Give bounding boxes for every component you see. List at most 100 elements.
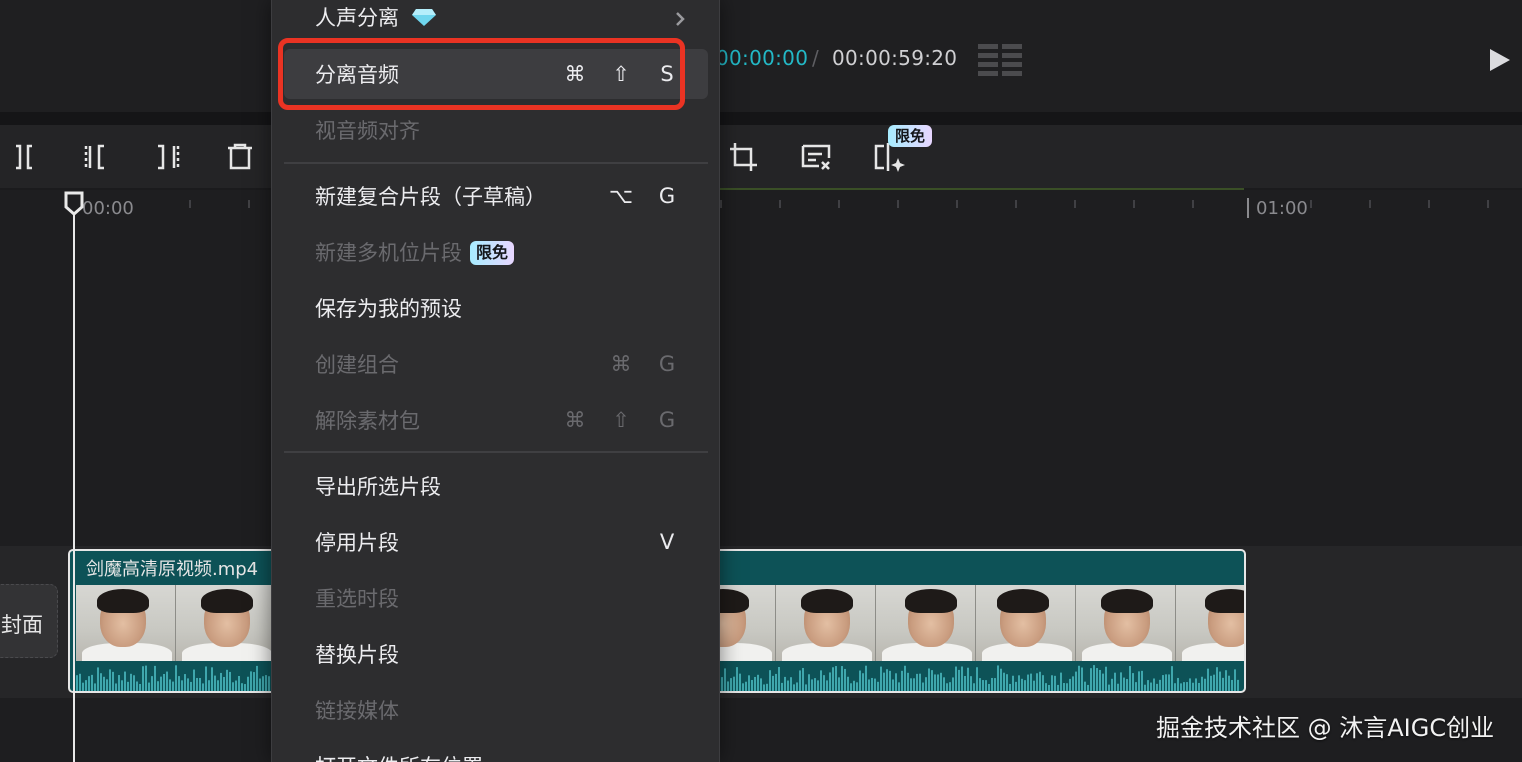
- delete-icon[interactable]: [222, 140, 258, 174]
- waveform-bar: [247, 676, 249, 691]
- cover-button[interactable]: 封面: [0, 584, 58, 658]
- waveform-bar: [1231, 679, 1233, 691]
- waveform-bar: [1042, 675, 1044, 691]
- waveform-bar: [778, 666, 780, 691]
- waveform-bar: [1081, 667, 1083, 691]
- remove-bg-icon[interactable]: [798, 140, 834, 174]
- waveform-bar: [187, 678, 189, 691]
- waveform-bar: [1147, 680, 1149, 691]
- crop-icon[interactable]: [726, 140, 762, 174]
- waveform-bar: [838, 677, 840, 691]
- waveform-bar: [133, 675, 135, 691]
- waveform-bar: [1165, 674, 1167, 691]
- waveform-bar: [976, 667, 978, 691]
- menu-item-align-audio[interactable]: 视音频对齐: [284, 105, 708, 155]
- menu-item-reselect-range[interactable]: 重选时段: [284, 573, 708, 623]
- waveform-bar: [1084, 681, 1086, 691]
- total-duration: 00:00:59:20: [832, 46, 958, 70]
- waveform-bar: [1138, 671, 1140, 691]
- waveform-bar: [106, 679, 108, 691]
- waveform-bar: [757, 674, 759, 691]
- waveform-bar: [244, 684, 246, 691]
- menu-item-replace-clip[interactable]: 替换片段: [284, 629, 708, 679]
- new-multicam-label: 新建多机位片段: [315, 241, 462, 265]
- g-key: G: [658, 408, 676, 432]
- waveform-bar: [763, 684, 765, 691]
- trim-left-icon[interactable]: [78, 140, 114, 174]
- waveform-bar: [124, 671, 126, 691]
- waveform-bar: [196, 677, 198, 691]
- waveform-bar: [868, 679, 870, 691]
- menu-item-create-group[interactable]: 创建组合 ⌘ G: [284, 339, 708, 389]
- waveform-bar: [1141, 670, 1143, 691]
- waveform-bar: [859, 670, 861, 691]
- menu-item-new-compound[interactable]: 新建复合片段（子草稿） ⌥ G: [284, 171, 708, 221]
- waveform-bar: [871, 677, 873, 691]
- split-icon[interactable]: [8, 140, 44, 174]
- waveform-bar: [1093, 665, 1095, 691]
- menu-item-disable-clip[interactable]: 停用片段 V: [284, 517, 708, 567]
- trim-right-icon[interactable]: [150, 140, 186, 174]
- waveform-bar: [1126, 679, 1128, 691]
- waveform-bar: [781, 682, 783, 691]
- waveform-bar: [730, 678, 732, 691]
- menu-item-voice-separate[interactable]: 人声分离: [284, 0, 708, 42]
- waveform-bar: [973, 683, 975, 691]
- playhead-handle[interactable]: [63, 190, 85, 216]
- menu-item-link-media[interactable]: 链接媒体: [284, 685, 708, 735]
- waveform-bar: [169, 679, 171, 691]
- menu-item-new-multicam[interactable]: 新建多机位片段 限免: [284, 227, 708, 277]
- waveform-bar: [925, 677, 927, 691]
- waveform-bar: [865, 665, 867, 691]
- waveform-bar: [1120, 672, 1122, 691]
- video-thumbnail: [976, 585, 1076, 661]
- play-icon[interactable]: [1484, 44, 1514, 76]
- waveform-bar: [862, 673, 864, 691]
- waveform-bar: [1000, 668, 1002, 691]
- waveform-bar: [814, 678, 816, 691]
- waveform-bar: [802, 667, 804, 691]
- waveform-bar: [1045, 683, 1047, 691]
- menu-item-separate-audio[interactable]: 分离音频 ⌘ ⇧ S: [284, 49, 708, 99]
- waveform-bar: [874, 678, 876, 691]
- waveform-bar: [223, 676, 225, 691]
- waveform-bar: [112, 671, 114, 691]
- waveform-bar: [820, 670, 822, 691]
- menu-item-open-location[interactable]: 打开文件所在位置: [284, 741, 708, 762]
- waveform-bar: [1075, 671, 1077, 691]
- menu-item-unpack[interactable]: 解除素材包 ⌘ ⇧ G: [284, 395, 708, 445]
- waveform-bar: [1063, 683, 1065, 691]
- video-thumbnail: [1076, 585, 1176, 661]
- waveform-bar: [913, 678, 915, 691]
- align-audio-label: 视音频对齐: [315, 119, 420, 143]
- free-badge: 限免: [888, 125, 933, 147]
- waveform-bar: [1072, 676, 1074, 691]
- waveform-bar: [784, 676, 786, 691]
- waveform-bar: [910, 678, 912, 691]
- waveform-bar: [184, 674, 186, 691]
- create-group-label: 创建组合: [315, 353, 399, 377]
- playhead-line[interactable]: [73, 206, 75, 762]
- waveform-bar: [1150, 682, 1152, 691]
- waveform-bar: [886, 669, 888, 691]
- waveform-bar: [793, 684, 795, 691]
- waveform-bar: [1123, 677, 1125, 691]
- waveform-bar: [1069, 678, 1071, 691]
- waveform-bar: [829, 672, 831, 691]
- waveform-bar: [1222, 677, 1224, 691]
- waveform-bar: [1078, 665, 1080, 691]
- panel-divider[interactable]: [0, 112, 1522, 125]
- waveform-bar: [1156, 683, 1158, 691]
- waveform-bar: [253, 672, 255, 691]
- waveform-bar: [1189, 678, 1191, 691]
- menu-item-export-selected[interactable]: 导出所选片段: [284, 461, 708, 511]
- menu-separator: [284, 451, 708, 453]
- disable-clip-label: 停用片段: [315, 531, 399, 555]
- grid-bars-icon[interactable]: [978, 44, 1024, 76]
- menu-item-save-preset[interactable]: 保存为我的预设: [284, 283, 708, 333]
- waveform-bar: [1048, 684, 1050, 691]
- shortcut-unpack: ⌘ ⇧ G: [562, 407, 680, 433]
- g-key: G: [658, 184, 676, 208]
- waveform-bar: [160, 676, 162, 691]
- waveform-bar: [97, 667, 99, 691]
